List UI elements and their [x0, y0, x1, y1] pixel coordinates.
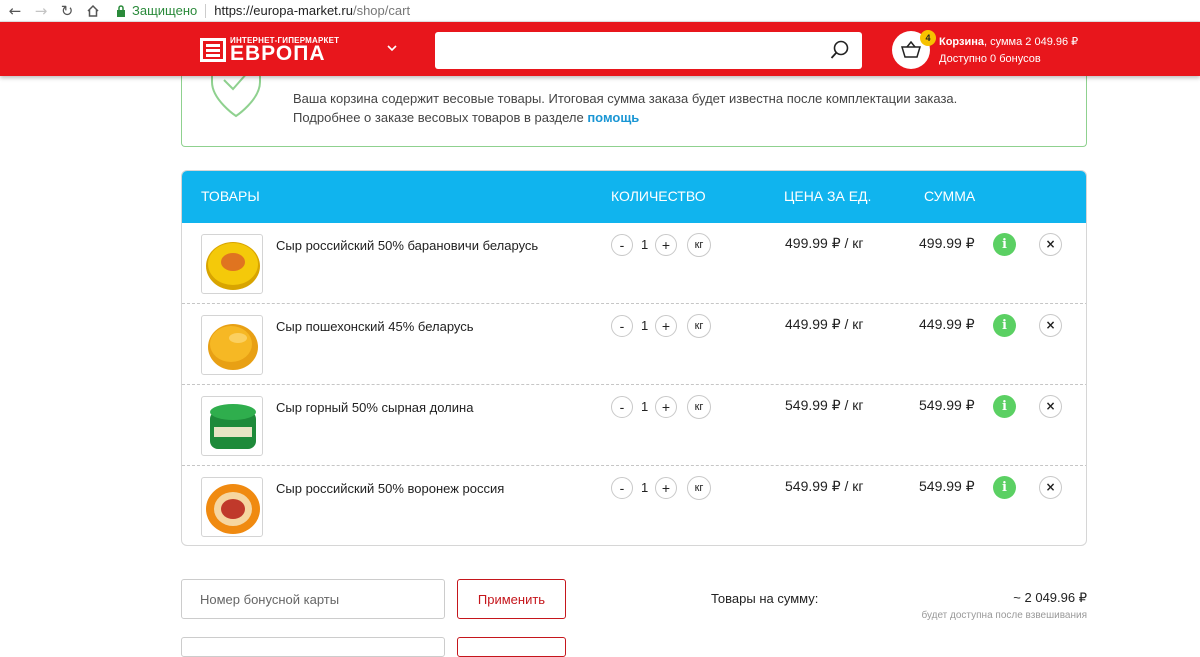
unit-price: 549.99 ₽ / кг	[785, 478, 864, 494]
table-row: Сыр пошехонский 45% беларусь - 1 + кг 44…	[182, 304, 1086, 385]
remove-icon[interactable]: ×	[1039, 233, 1062, 256]
increase-button[interactable]: +	[655, 315, 677, 337]
browser-toolbar: ← → ↻ Защищено https://europa-market.ru/…	[0, 0, 1200, 22]
unit-button[interactable]: кг	[687, 233, 711, 257]
address-bar[interactable]: https://europa-market.ru/shop/cart	[214, 3, 410, 18]
unit-price: 449.99 ₽ / кг	[785, 316, 864, 332]
table-header: ТОВАРЫ КОЛИЧЕСТВО ЦЕНА ЗА ЕД. СУММА	[182, 171, 1086, 223]
secondary-input[interactable]	[181, 637, 445, 657]
increase-button[interactable]: +	[655, 234, 677, 256]
quantity-value[interactable]: 1	[641, 318, 648, 333]
product-name[interactable]: Сыр горный 50% сырная долина	[276, 400, 473, 415]
help-link[interactable]: помощь	[587, 110, 639, 125]
table-row: Сыр российский 50% воронеж россия - 1 + …	[182, 466, 1086, 545]
line-sum: 499.99 ₽	[919, 235, 975, 251]
column-quantity: КОЛИЧЕСТВО	[611, 188, 706, 204]
product-name[interactable]: Сыр российский 50% барановичи беларусь	[276, 238, 538, 253]
column-sum: СУММА	[924, 188, 976, 204]
url-separator	[205, 3, 207, 18]
product-image-green-cheese[interactable]	[201, 396, 263, 456]
info-icon[interactable]: i	[993, 314, 1016, 337]
increase-button[interactable]: +	[655, 477, 677, 499]
cart-summary[interactable]: Корзина, сумма 2 049.96 ₽ Доступно 0 бон…	[939, 34, 1078, 68]
unit-button[interactable]: кг	[687, 476, 711, 500]
unit-button[interactable]: кг	[687, 395, 711, 419]
product-image-round-yellow-cheese[interactable]	[201, 234, 263, 294]
column-goods: ТОВАРЫ	[201, 188, 260, 204]
product-name[interactable]: Сыр российский 50% воронеж россия	[276, 481, 504, 496]
remove-icon[interactable]: ×	[1039, 476, 1062, 499]
unit-price: 549.99 ₽ / кг	[785, 397, 864, 413]
line-sum: 449.99 ₽	[919, 316, 975, 332]
secondary-button[interactable]	[457, 637, 566, 657]
total-note: будет доступна после взвешивания	[921, 610, 1087, 621]
apply-button[interactable]: Применить	[457, 579, 566, 619]
increase-button[interactable]: +	[655, 396, 677, 418]
quantity-value[interactable]: 1	[641, 399, 648, 414]
url-path: /shop/cart	[352, 3, 411, 18]
bonus-card-input[interactable]	[181, 579, 445, 619]
info-icon[interactable]: i	[993, 233, 1016, 256]
quantity-value[interactable]: 1	[641, 480, 648, 495]
bonus-balance: Доступно 0 бонусов	[939, 53, 1041, 65]
search-input[interactable]	[435, 32, 815, 69]
home-icon[interactable]	[82, 0, 104, 22]
notice-text: Ваша корзина содержит весовые товары. Ит…	[293, 89, 957, 127]
reload-icon[interactable]: ↻	[56, 0, 78, 22]
secure-label: Защищено	[132, 3, 198, 18]
search-box	[435, 32, 862, 69]
total-label: Товары на сумму:	[711, 591, 819, 606]
remove-icon[interactable]: ×	[1039, 395, 1062, 418]
url-host: https://europa-market.ru	[214, 3, 353, 18]
decrease-button[interactable]: -	[611, 477, 633, 499]
search-icon[interactable]	[830, 40, 850, 60]
lock-icon	[114, 4, 128, 18]
basket-icon	[901, 41, 921, 58]
chevron-down-icon[interactable]	[385, 41, 399, 55]
forward-icon[interactable]: →	[30, 0, 52, 22]
product-name[interactable]: Сыр пошехонский 45% беларусь	[276, 319, 474, 334]
decrease-button[interactable]: -	[611, 396, 633, 418]
logo[interactable]: ИНТЕРНЕТ-ГИПЕРМАРКЕТ ЕВРОПА	[200, 36, 350, 66]
decrease-button[interactable]: -	[611, 234, 633, 256]
notice-line2-text: Подробнее о заказе весовых товаров в раз…	[293, 110, 588, 125]
info-icon[interactable]: i	[993, 395, 1016, 418]
product-image-labeled-cheese[interactable]	[201, 477, 263, 537]
back-icon[interactable]: ←	[4, 0, 26, 22]
line-sum: 549.99 ₽	[919, 397, 975, 413]
info-icon[interactable]: i	[993, 476, 1016, 499]
quantity-value[interactable]: 1	[641, 237, 648, 252]
table-row: Сыр российский 50% барановичи беларусь -…	[182, 223, 1086, 304]
decrease-button[interactable]: -	[611, 315, 633, 337]
line-sum: 549.99 ₽	[919, 478, 975, 494]
notice-line1: Ваша корзина содержит весовые товары. Ит…	[293, 91, 958, 106]
cart-title: Корзина	[939, 36, 984, 48]
cart-table: ТОВАРЫ КОЛИЧЕСТВО ЦЕНА ЗА ЕД. СУММА Сыр …	[181, 170, 1087, 546]
logo-title: ЕВРОПА	[230, 42, 326, 65]
logo-mark-icon	[200, 38, 226, 62]
unit-button[interactable]: кг	[687, 314, 711, 338]
unit-price: 499.99 ₽ / кг	[785, 235, 864, 251]
table-row: Сыр горный 50% сырная долина - 1 + кг 54…	[182, 385, 1086, 466]
total-value: ~ 2 049.96 ₽	[1013, 590, 1087, 605]
cart-count-badge: 4	[920, 30, 936, 46]
cart-sum: , сумма 2 049.96 ₽	[984, 36, 1079, 48]
product-image-orange-cheese[interactable]	[201, 315, 263, 375]
remove-icon[interactable]: ×	[1039, 314, 1062, 337]
notice-line2: Подробнее о заказе весовых товаров в раз…	[293, 108, 957, 127]
column-unit-price: ЦЕНА ЗА ЕД.	[784, 188, 872, 204]
